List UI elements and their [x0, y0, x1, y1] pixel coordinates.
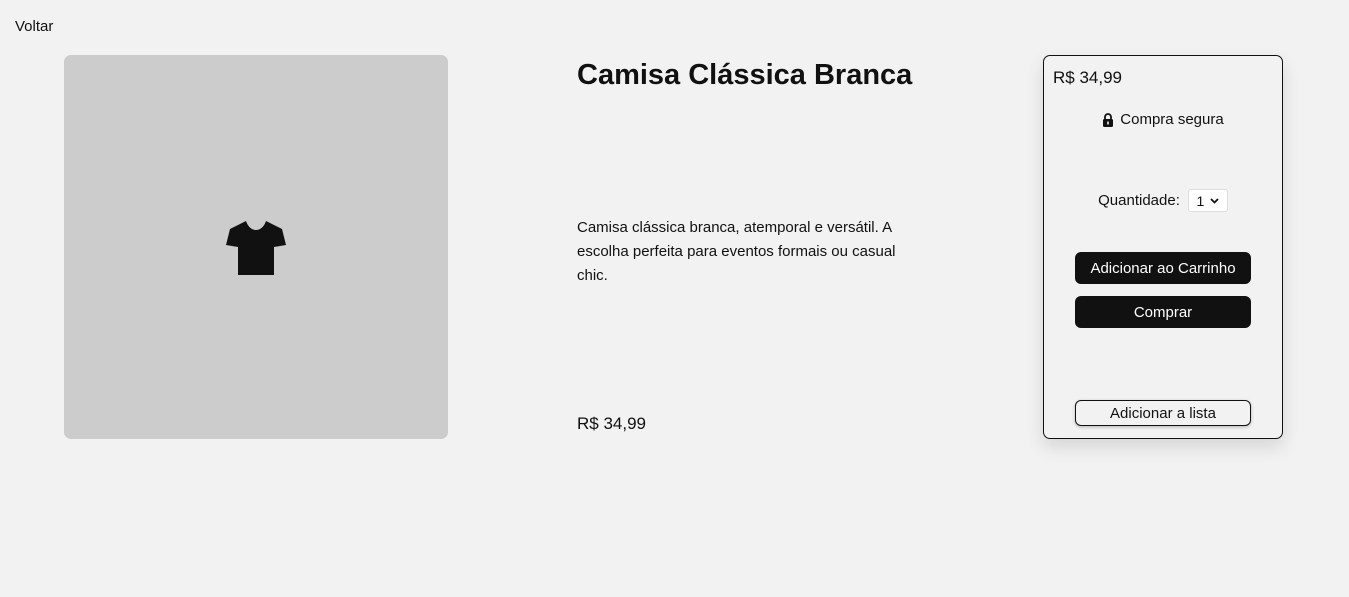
product-price: R$ 34,99 — [577, 414, 646, 433]
buy-button[interactable]: Comprar — [1075, 296, 1251, 328]
product-description: Camisa clássica branca, atemporal e vers… — [577, 219, 896, 284]
secure-purchase: Compra segura — [1044, 111, 1282, 128]
product-title: Camisa Clássica Branca — [577, 59, 913, 91]
lock-icon — [1103, 112, 1114, 127]
buy-box: R$ 34,99 Compra segura Quantidade: 1 Adi… — [1043, 55, 1283, 439]
quantity-value: 1 — [1196, 192, 1205, 209]
product-info: Camisa Clássica Branca — [577, 55, 927, 95]
buy-box-price: R$ 34,99 — [1053, 68, 1122, 87]
add-to-list-button[interactable]: Adicionar a lista — [1075, 400, 1251, 426]
chevron-down-icon — [1210, 197, 1219, 204]
quantity-select[interactable]: 1 — [1187, 189, 1228, 212]
back-link[interactable]: Voltar — [15, 18, 53, 35]
quantity-label: Quantidade: — [1098, 192, 1180, 209]
secure-purchase-label: Compra segura — [1120, 111, 1224, 128]
tshirt-icon — [226, 221, 286, 275]
product-image — [64, 55, 448, 439]
quantity-row: Quantidade: 1 — [1044, 189, 1282, 212]
add-to-cart-button[interactable]: Adicionar ao Carrinho — [1075, 252, 1251, 284]
